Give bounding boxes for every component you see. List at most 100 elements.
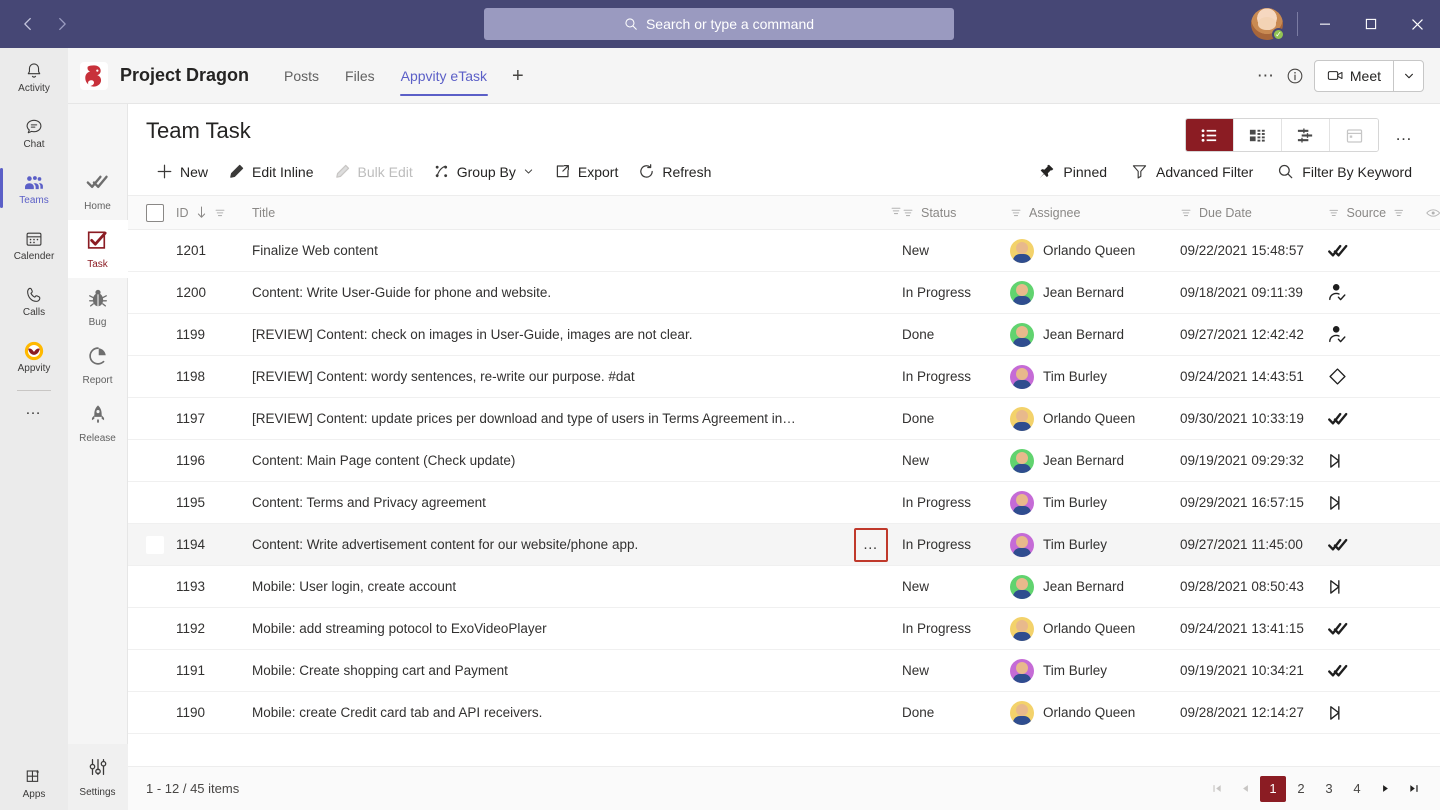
view-list-button[interactable] [1186,119,1234,151]
th-id[interactable]: ID [176,195,252,230]
row-select-cell[interactable] [128,355,176,398]
page-button-3[interactable]: 3 [1316,776,1342,802]
cell-row-actions[interactable]: … [854,439,902,482]
cell-row-actions[interactable]: … [854,649,902,692]
row-select-cell[interactable] [128,565,176,608]
minimize-button[interactable] [1302,0,1348,48]
maximize-button[interactable] [1348,0,1394,48]
row-select-cell[interactable] [128,439,176,482]
back-button[interactable] [14,10,42,38]
group-by-button[interactable]: Group By [423,158,544,185]
filter-icon[interactable] [214,207,226,219]
table-row[interactable]: 1200 Content: Write User-Guide for phone … [128,271,1440,314]
table-row[interactable]: 1191 Mobile: Create shopping cart and Pay… [128,649,1440,692]
filter-by-keyword-button[interactable]: Filter By Keyword [1265,158,1424,185]
appnav-item-home[interactable]: Home [68,162,128,220]
cell-row-actions[interactable]: … [854,523,902,566]
channel-more-button[interactable]: ⋯ [1257,66,1276,86]
sidebar-item-appvity[interactable]: Appvity [0,328,68,384]
view-more-button[interactable]: … [1381,125,1424,145]
cell-row-actions[interactable]: … [854,607,902,650]
cell-row-actions[interactable]: … [854,355,902,398]
table-row[interactable]: 1199 [REVIEW] Content: check on images in… [128,313,1440,356]
row-select-cell[interactable] [128,313,176,356]
row-select-cell[interactable] [128,607,176,650]
row-select-cell[interactable] [128,271,176,314]
table-row[interactable]: 1194 Content: Write advertisement content… [128,523,1440,566]
th-source[interactable]: Source [1328,195,1440,230]
user-avatar[interactable]: ✓ [1251,8,1285,41]
page-button-1[interactable]: 1 [1260,775,1286,802]
th-title-filter[interactable] [854,195,902,230]
next-page-button[interactable] [1372,776,1398,802]
new-button[interactable]: New [146,158,218,185]
table-row[interactable]: 1201Finalize Web content…New Orlando Quee… [128,229,1440,272]
appnav-item-task[interactable]: Task [67,220,128,278]
th-title[interactable]: Title [252,195,854,230]
th-status[interactable]: Status [902,195,1010,230]
row-select-cell[interactable] [128,691,176,734]
sidebar-item-calls[interactable]: Calls [0,272,68,328]
rail-more-button[interactable]: … [0,393,68,427]
row-select-cell[interactable] [128,229,176,272]
meet-button[interactable]: Meet [1315,61,1393,91]
th-assignee[interactable]: Assignee [1010,195,1180,230]
cell-row-actions[interactable]: … [854,271,902,314]
cell-row-actions[interactable]: … [854,481,902,524]
close-button[interactable] [1394,0,1440,48]
view-gantt-button[interactable] [1282,119,1330,151]
bulk-edit-button[interactable]: Bulk Edit [324,158,423,185]
export-button[interactable]: Export [544,158,628,185]
table-row[interactable]: 1192 Mobile: add streaming potocol to Exo… [128,607,1440,650]
prev-page-button[interactable] [1232,776,1258,802]
page-button-2[interactable]: 2 [1288,776,1314,802]
row-checkbox[interactable] [146,535,164,554]
cell-row-actions[interactable]: … [854,691,902,734]
table-row[interactable]: 1196 Content: Main Page content (Check up… [128,439,1440,482]
select-all-checkbox[interactable] [146,203,164,222]
filter-icon[interactable] [1328,207,1340,219]
refresh-button[interactable]: Refresh [628,158,721,185]
filter-icon[interactable] [1393,207,1405,219]
forward-button[interactable] [48,10,76,38]
cell-row-actions[interactable]: … [854,313,902,356]
filter-icon[interactable] [890,205,902,217]
filter-icon[interactable] [1010,207,1022,219]
search-input[interactable]: Search or type a command [484,8,954,40]
filter-icon[interactable] [902,207,914,219]
edit-inline-button[interactable]: Edit Inline [218,158,323,185]
info-circle-icon[interactable] [1286,67,1304,85]
view-board-button[interactable] [1234,119,1282,151]
table-row[interactable]: 1190 Mobile: create Credit card tab and A… [128,691,1440,734]
meet-dropdown-button[interactable] [1393,60,1423,91]
table-row[interactable]: 1195 Content: Terms and Privacy agreement… [128,481,1440,524]
tab-files[interactable]: Files [332,48,388,104]
table-row[interactable]: 1193Mobile: User login, create account…N… [128,565,1440,608]
first-page-button[interactable] [1204,776,1230,802]
th-due-date[interactable]: Due Date [1180,195,1328,230]
sidebar-item-calender[interactable]: Calender [0,216,68,272]
sidebar-item-teams[interactable]: Teams [0,160,68,216]
row-select-cell[interactable] [128,481,176,524]
pinned-button[interactable]: Pinned [1026,158,1119,185]
cell-row-actions[interactable]: … [854,229,902,272]
settings-button[interactable]: Settings [67,744,128,810]
sidebar-item-chat[interactable]: Chat [0,104,68,160]
appnav-item-bug[interactable]: Bug [68,278,128,336]
cell-row-actions[interactable]: … [854,565,902,608]
view-calendar-button[interactable] [1330,119,1378,151]
last-page-button[interactable] [1400,776,1426,802]
sidebar-item-activity[interactable]: Activity [0,48,68,104]
sidebar-item-apps[interactable]: Apps [0,754,68,810]
table-row[interactable]: 1197 [REVIEW] Content: update prices per … [128,397,1440,440]
row-more-button[interactable]: … [854,527,888,562]
eye-icon[interactable] [1425,207,1440,219]
add-tab-button[interactable]: + [500,66,536,86]
filter-icon[interactable] [1180,207,1192,219]
advanced-filter-button[interactable]: Advanced Filter [1119,158,1265,185]
cell-row-actions[interactable]: … [854,397,902,440]
row-select-cell[interactable] [128,523,176,566]
row-select-cell[interactable] [128,649,176,692]
tab-appvity-etask[interactable]: Appvity eTask [388,48,500,104]
appnav-item-release[interactable]: Release [68,394,128,452]
